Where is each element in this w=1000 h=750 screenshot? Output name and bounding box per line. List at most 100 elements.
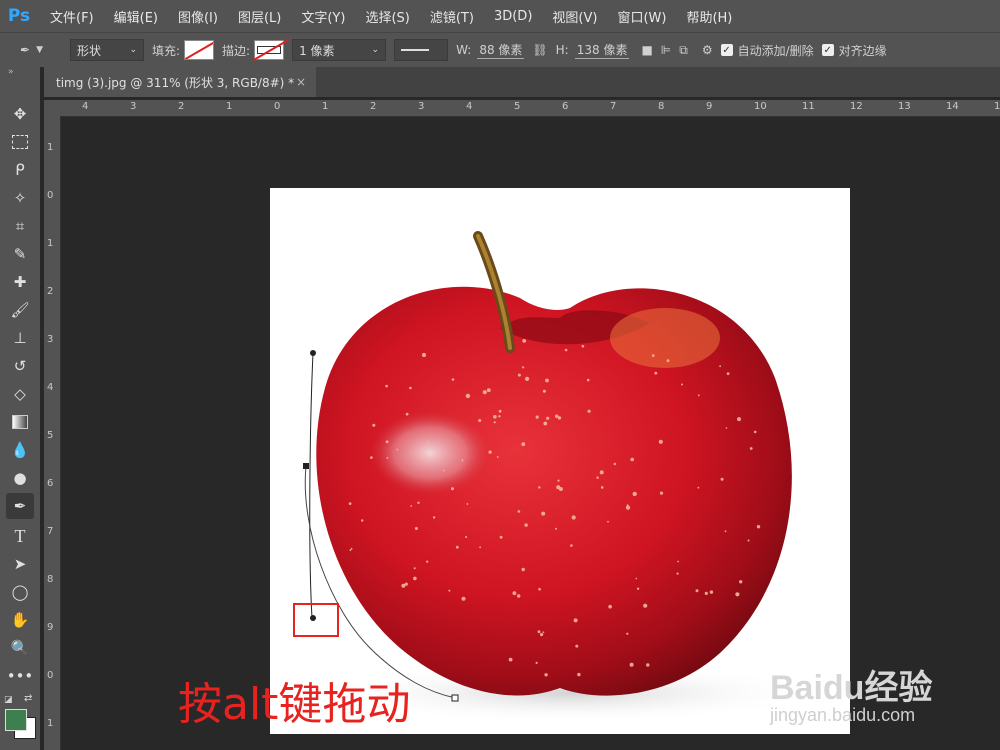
gradient-tool-icon[interactable] [6,409,34,435]
checkbox-checked-icon[interactable]: ✓ [720,44,733,56]
menu-image[interactable]: 图像(I) [168,7,228,26]
ruler-h-label: 4 [466,101,473,112]
healing-brush-tool-icon[interactable]: ✚ [6,269,34,295]
apple-speckle [632,491,637,497]
tool-mode-select[interactable]: 形状 ⌄ [70,39,144,61]
menu-type[interactable]: 文字(Y) [291,7,355,26]
ruler-corner [44,100,62,116]
move-tool-icon[interactable]: ✥ [6,101,34,127]
align-edges-option[interactable]: ✓ 对齐边缘 [821,42,887,59]
apple-speckle [629,662,634,667]
swap-colors-icon[interactable]: ⇄ [24,693,32,704]
fill-label: 填充: [152,43,181,58]
blur-tool-icon[interactable]: 💧 [6,437,34,463]
menu-view[interactable]: 视图(V) [542,7,607,26]
apple-speckle [543,421,548,426]
apple-speckle [654,371,658,375]
ruler-h-label: 3 [130,101,137,112]
menu-help[interactable]: 帮助(H) [676,7,742,26]
apple-speckle [635,577,638,580]
foreground-color-swatch[interactable] [5,709,27,731]
apple-speckle [451,378,455,381]
stroke-type-select[interactable] [394,39,449,61]
apple-speckle [739,580,743,584]
photoshop-logo[interactable]: Ps [4,3,34,29]
path-operations-icon[interactable]: ■ [641,43,652,57]
apple-speckle [581,344,585,348]
clone-stamp-tool-icon[interactable]: ⊥ [6,325,34,351]
ruler-h-label: 0 [274,101,281,112]
apple-speckle [630,457,634,462]
apple-speckle [720,477,724,481]
magic-wand-tool-icon[interactable]: ✧ [6,185,34,211]
height-label: H: [555,43,569,57]
marquee-tool-icon[interactable] [6,129,34,155]
menu-window[interactable]: 窗口(W) [607,7,676,26]
apple-speckle [697,486,700,489]
eyedropper-tool-icon[interactable]: ✎ [6,241,34,267]
collapse-icon[interactable]: » [8,67,14,77]
dodge-tool-icon[interactable]: ● [6,465,34,491]
fill-swatch[interactable] [184,40,215,60]
lasso-tool-icon[interactable]: ᑭ [6,157,34,183]
brush-tool-icon[interactable]: 🖌 [6,297,34,323]
path-selection-tool-icon[interactable]: ➤ [6,551,34,577]
default-colors-icon[interactable]: ◪ [4,695,13,705]
type-tool-icon[interactable]: T [6,523,34,549]
menu-select[interactable]: 选择(S) [355,7,419,26]
apple-speckle [555,414,559,418]
apple-speckle [396,448,399,451]
pen-tool-preset[interactable]: ✒ ▼ [20,43,62,57]
ruler-h-label: 9 [706,101,713,112]
more-tools-icon[interactable]: ••• [6,663,34,689]
hand-tool-icon[interactable]: ✋ [6,607,34,633]
ruler-h-label: 3 [418,101,425,112]
stroke-option: 描边: [222,40,285,60]
crop-tool-icon[interactable]: ⌗ [6,213,34,239]
menu-3d[interactable]: 3D(D) [484,9,542,24]
apple-speckle [423,453,427,457]
gear-icon[interactable]: ⚙ [702,43,713,57]
ruler-h-label: 10 [754,101,767,112]
stroke-width-value: 1 像素 [299,43,335,58]
apple-speckle [370,456,373,459]
apple-speckle [726,372,730,375]
menu-layer[interactable]: 图层(L) [228,7,291,26]
apple-speckle [596,476,599,479]
ellipse-tool-icon[interactable]: ◯ [6,579,34,605]
ruler-v-label: 9 [47,622,54,633]
checkbox-checked-icon[interactable]: ✓ [821,44,834,56]
apple-speckle [405,412,409,416]
apple-speckle [677,560,679,563]
document-tab[interactable]: timg (3).jpg @ 311% (形状 3, RGB/8#) * × [44,67,316,97]
apple-speckle [573,618,578,623]
apple-speckle [535,661,538,664]
menu-bar: Ps 文件(F) 编辑(E) 图像(I) 图层(L) 文字(Y) 选择(S) 滤… [0,0,1000,32]
stroke-swatch[interactable] [254,40,285,60]
apple-speckle [600,486,604,489]
apple-speckle [756,525,761,529]
pen-tool-icon[interactable]: ✒ [6,493,34,519]
apple-image [293,231,820,723]
menu-edit[interactable]: 编辑(E) [104,7,168,26]
path-alignment-icon[interactable]: ⊫ [661,43,671,57]
history-brush-tool-icon[interactable]: ↺ [6,353,34,379]
height-input[interactable]: 138 像素 [574,41,630,59]
close-icon[interactable]: × [296,75,306,89]
zoom-tool-icon[interactable]: 🔍 [6,635,34,661]
apple-speckle [625,505,631,510]
apple-speckle [659,491,664,495]
menu-filter[interactable]: 滤镜(T) [420,7,484,26]
width-input[interactable]: 88 像素 [477,41,525,59]
auto-add-delete-option[interactable]: ✓ 自动添加/删除 [720,42,814,59]
eraser-tool-icon[interactable]: ◇ [6,381,34,407]
path-arrangement-icon[interactable]: ⧉ [679,43,688,58]
link-icon[interactable]: ⛓ [532,43,547,57]
width-field: W: 88 像素 [456,41,525,59]
stroke-width-select[interactable]: 1 像素 ⌄ [292,39,387,61]
apple-speckle [479,546,481,549]
menu-file[interactable]: 文件(F) [40,7,104,26]
document-canvas[interactable] [270,188,850,734]
apple-speckle [432,516,436,519]
ruler-v-label: 5 [47,430,54,441]
